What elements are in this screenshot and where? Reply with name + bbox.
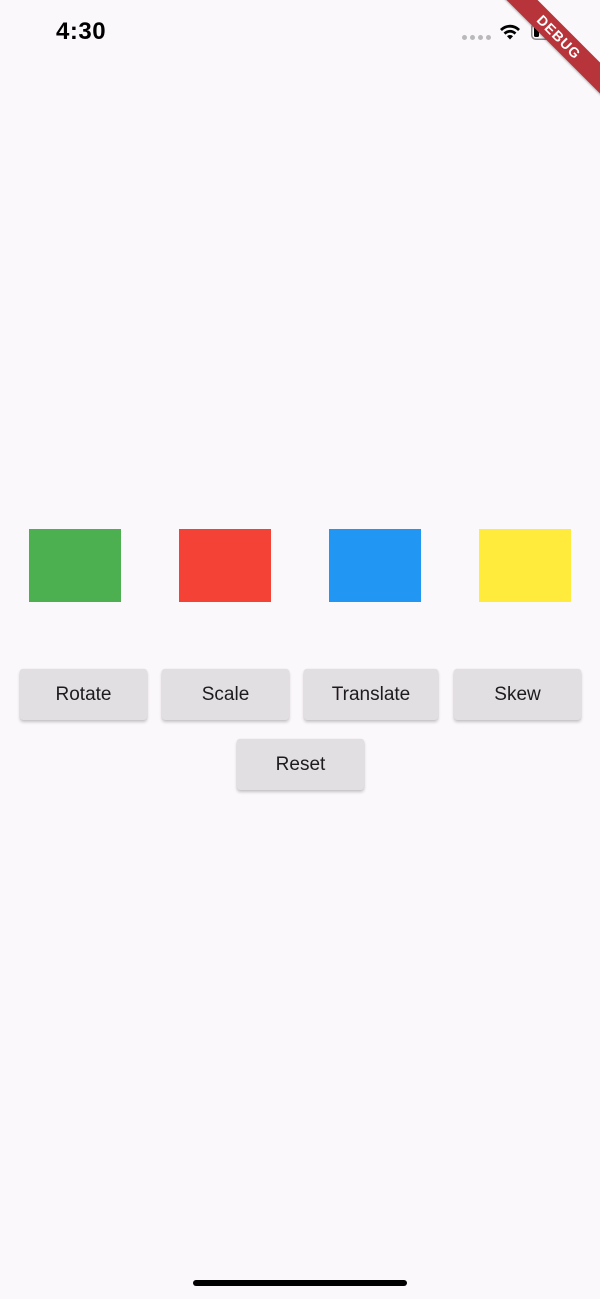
cellular-signal-icon xyxy=(462,35,491,40)
color-boxes-row xyxy=(0,529,600,602)
blue-box xyxy=(329,529,421,602)
red-box xyxy=(179,529,271,602)
home-indicator[interactable] xyxy=(193,1280,407,1286)
status-bar: 4:30 xyxy=(0,0,600,66)
translate-button[interactable]: Translate xyxy=(304,669,438,720)
scale-button[interactable]: Scale xyxy=(162,669,289,720)
wifi-icon xyxy=(500,24,520,40)
status-time: 4:30 xyxy=(56,18,107,45)
green-box xyxy=(29,529,121,602)
skew-button[interactable]: Skew xyxy=(454,669,581,720)
battery-icon xyxy=(531,23,561,40)
rotate-button[interactable]: Rotate xyxy=(20,669,147,720)
reset-button[interactable]: Reset xyxy=(237,739,364,790)
yellow-box xyxy=(479,529,571,602)
